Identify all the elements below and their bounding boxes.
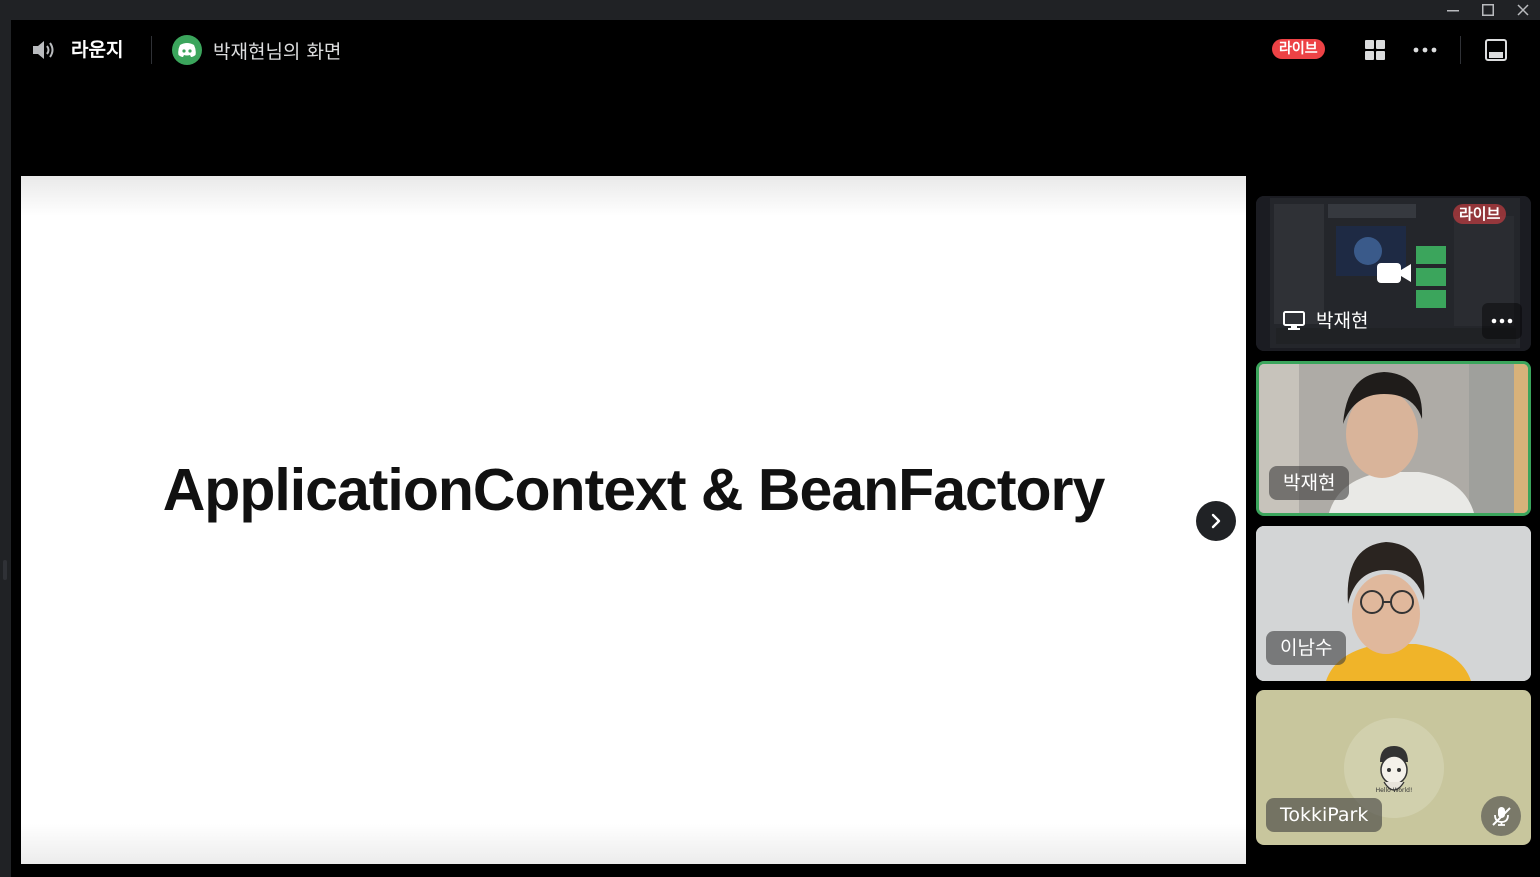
more-options-button[interactable] — [1413, 38, 1437, 62]
participant-tile-avatar[interactable]: Hello World! TokkiPark — [1256, 690, 1531, 845]
participant-name: 박재현 — [1316, 310, 1369, 332]
monitor-icon — [1283, 311, 1305, 330]
participant-name: 이남수 — [1266, 631, 1347, 665]
avatar-caption: Hello World! — [1375, 787, 1413, 794]
popout-button[interactable] — [1484, 38, 1508, 62]
more-icon — [1491, 318, 1513, 324]
slide-title: ApplicationContext & BeanFactory — [162, 457, 1106, 523]
scroll-handle — [3, 560, 7, 580]
video-camera-icon — [1377, 263, 1411, 283]
tile-live-badge: 라이브 — [1453, 204, 1507, 224]
participant-tile-camera[interactable]: 박재현 — [1256, 361, 1531, 516]
minimize-icon — [1447, 10, 1459, 12]
header-divider-right — [1460, 36, 1461, 64]
muted-indicator — [1481, 796, 1521, 836]
mic-muted-icon — [1492, 807, 1511, 826]
more-icon — [1413, 47, 1437, 53]
maximize-button[interactable] — [1471, 0, 1505, 20]
channel-name: 라운지 — [71, 39, 124, 61]
participant-name: 박재현 — [1269, 466, 1350, 500]
grid-icon — [1365, 40, 1385, 60]
header-divider — [151, 36, 152, 64]
slide-bottom-edge — [21, 824, 1246, 864]
popout-icon — [1485, 39, 1507, 61]
speaker-icon — [31, 38, 57, 66]
stream-title: 박재현님의 화면 — [213, 41, 342, 63]
close-icon — [1517, 4, 1529, 16]
chevron-right-icon — [1211, 513, 1221, 529]
participant-tile-camera[interactable]: 이남수 — [1256, 526, 1531, 681]
participant-tile-screenshare[interactable]: 라이브 박재현 — [1256, 196, 1531, 351]
slide-top-edge — [21, 176, 1246, 216]
participant-name: TokkiPark — [1266, 798, 1383, 832]
minimize-button[interactable] — [1436, 0, 1470, 20]
next-button[interactable] — [1196, 501, 1236, 541]
screen-share-stage[interactable]: ApplicationContext & BeanFactory — [21, 176, 1246, 864]
left-strip — [0, 20, 11, 877]
tile-more-button[interactable] — [1482, 303, 1522, 339]
grid-layout-button[interactable] — [1363, 38, 1387, 62]
maximize-icon — [1482, 4, 1494, 16]
window-titlebar — [0, 0, 1540, 20]
discord-logo-icon — [172, 35, 202, 65]
call-header: 라운지 박재현님의 화면 라이브 — [11, 20, 1540, 80]
live-badge: 라이브 — [1272, 39, 1325, 59]
close-button[interactable] — [1506, 0, 1540, 20]
